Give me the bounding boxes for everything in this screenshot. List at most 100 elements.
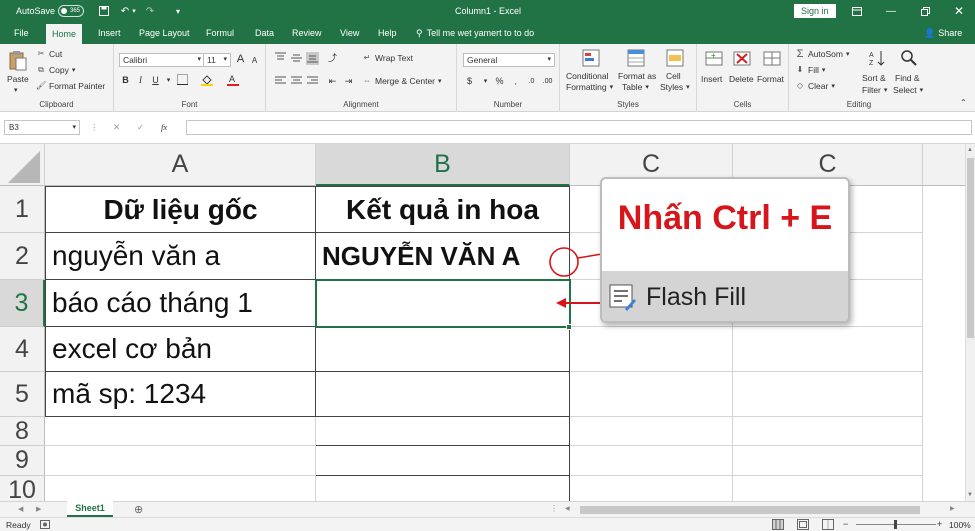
autosum-button[interactable]: Σ AutoSom ▾ xyxy=(795,49,850,60)
zoom-level[interactable]: 100% xyxy=(949,520,971,530)
share-button[interactable]: 👤 Share xyxy=(918,22,968,44)
page-break-view-icon[interactable] xyxy=(822,519,834,530)
cell-c9[interactable] xyxy=(570,446,733,476)
cell-d4[interactable] xyxy=(733,327,923,372)
font-color-icon[interactable]: A xyxy=(226,74,239,87)
cell-b3[interactable] xyxy=(316,280,570,327)
align-bottom-icon[interactable] xyxy=(306,52,319,65)
insert-cells-button[interactable]: Insert xyxy=(701,74,722,84)
sheet-options-icon[interactable]: ⋮ xyxy=(550,504,558,513)
undo-dropdown-icon[interactable]: ▾ xyxy=(130,0,138,22)
paste-icon[interactable] xyxy=(8,50,28,72)
tab-insert[interactable]: Insert xyxy=(92,22,127,44)
cell-a1[interactable]: Dữ liệu gốc xyxy=(45,186,316,233)
cell-d10[interactable] xyxy=(733,476,923,501)
increase-decimal-icon[interactable]: .0 xyxy=(525,75,538,88)
font-name-select[interactable]: Calibri ▾ xyxy=(119,53,205,67)
redo-icon[interactable]: ↷ xyxy=(142,0,158,22)
autosave-toggle[interactable]: 365 xyxy=(58,0,84,22)
column-header-b[interactable]: B xyxy=(316,144,570,186)
cell-a9[interactable] xyxy=(45,446,316,476)
grow-font-icon[interactable]: A xyxy=(234,53,247,66)
cell-a3[interactable]: báo cáo tháng 1 xyxy=(45,280,316,327)
find-select-button[interactable]: Find & xyxy=(895,73,920,83)
align-right-icon[interactable] xyxy=(306,75,319,88)
currency-dropdown-icon[interactable]: ▾ xyxy=(479,75,492,88)
select-all-corner[interactable] xyxy=(0,144,45,186)
hscroll-left-icon[interactable]: ◀ xyxy=(565,505,570,512)
scrollbar-thumb[interactable] xyxy=(967,158,974,338)
normal-view-icon[interactable] xyxy=(772,519,784,530)
increase-indent-icon[interactable]: ⇥ xyxy=(342,75,355,88)
tab-view[interactable]: View xyxy=(334,22,365,44)
cell-b1[interactable]: Kết quả in hoa xyxy=(316,186,570,233)
cell-a4[interactable]: excel cơ bản xyxy=(45,327,316,372)
tab-data[interactable]: Data xyxy=(249,22,280,44)
cut-button[interactable]: ✂ Cut xyxy=(36,49,63,59)
tell-me-box[interactable]: ⚲ Tell me wet yamert to to do xyxy=(410,22,540,44)
comma-style-icon[interactable]: , xyxy=(509,75,522,88)
row-header-5[interactable]: 5 xyxy=(0,372,45,417)
scroll-down-icon[interactable]: ▼ xyxy=(967,492,973,498)
delete-cells-button[interactable]: Delete xyxy=(729,74,754,84)
clear-button[interactable]: ◇ Clear ▾ xyxy=(795,81,835,91)
currency-icon[interactable]: $ xyxy=(463,75,476,88)
row-header-4[interactable]: 4 xyxy=(0,327,45,372)
close-icon[interactable]: ✕ xyxy=(951,0,967,22)
paste-dropdown-icon[interactable]: ▾ xyxy=(14,86,18,94)
macro-record-icon[interactable] xyxy=(40,520,50,529)
cell-b5[interactable] xyxy=(316,372,570,417)
hscroll-right-icon[interactable]: ▶ xyxy=(950,505,955,512)
cell-b9[interactable] xyxy=(316,446,570,476)
format-as-table-button[interactable]: Format as xyxy=(618,71,656,81)
cell-b2[interactable]: NGUYỄN VĂN A xyxy=(316,233,570,280)
insert-function-icon[interactable]: fx xyxy=(161,122,167,132)
align-top-icon[interactable] xyxy=(274,52,287,65)
cell-a2[interactable]: nguyễn văn a xyxy=(45,233,316,280)
tab-review[interactable]: Review xyxy=(286,22,328,44)
bold-icon[interactable]: B xyxy=(119,74,132,87)
row-header-10[interactable]: 10 xyxy=(0,476,45,501)
font-size-select[interactable]: 11 ▾ xyxy=(203,53,231,67)
format-cells-button[interactable]: Format xyxy=(757,74,784,84)
cell-a8[interactable] xyxy=(45,417,316,446)
cell-c5[interactable] xyxy=(570,372,733,417)
scroll-sheets-right-icon[interactable]: ▶ xyxy=(36,505,41,513)
save-icon[interactable] xyxy=(96,0,112,22)
row-header-2[interactable]: 2 xyxy=(0,233,45,280)
orientation-icon[interactable]: ⤴ xyxy=(326,52,339,65)
sign-in-button[interactable]: Sign in xyxy=(794,0,836,22)
cell-a10[interactable] xyxy=(45,476,316,501)
zoom-out-icon[interactable]: − xyxy=(843,519,848,529)
cancel-entry-icon[interactable]: ✕ xyxy=(113,122,120,133)
sort-filter-button[interactable]: Sort & xyxy=(862,73,886,83)
row-header-1[interactable]: 1 xyxy=(0,186,45,233)
row-header-8[interactable]: 8 xyxy=(0,417,45,446)
tab-formulas[interactable]: Formul xyxy=(200,22,240,44)
horizontal-scrollbar-thumb[interactable] xyxy=(580,506,920,514)
fill-color-icon[interactable] xyxy=(200,74,213,87)
cell-c4[interactable] xyxy=(570,327,733,372)
format-painter-button[interactable]: 🖌 Format Painter xyxy=(36,81,105,91)
number-format-select[interactable]: General ▾ xyxy=(463,53,555,67)
customize-toolbar-icon[interactable]: ▾ xyxy=(170,0,186,22)
formula-input[interactable] xyxy=(186,120,972,135)
ribbon-display-icon[interactable] xyxy=(849,0,865,22)
column-header-a[interactable]: A xyxy=(45,144,316,186)
cell-b8[interactable] xyxy=(316,417,570,446)
confirm-entry-icon[interactable]: ✓ xyxy=(137,122,144,133)
tab-page-layout[interactable]: Page Layout xyxy=(133,22,196,44)
name-box[interactable]: B3 ▾ xyxy=(4,120,80,135)
cell-b4[interactable] xyxy=(316,327,570,372)
shrink-font-icon[interactable]: A xyxy=(248,54,261,67)
restore-icon[interactable] xyxy=(917,0,933,22)
minimize-icon[interactable]: — xyxy=(883,0,899,22)
cell-d5[interactable] xyxy=(733,372,923,417)
zoom-slider-thumb[interactable] xyxy=(894,520,897,529)
wrap-text-button[interactable]: ↵ Wrap Text xyxy=(362,53,413,63)
cell-d8[interactable] xyxy=(733,417,923,446)
copy-button[interactable]: ⧉ Copy ▾ xyxy=(36,65,75,75)
cell-c10[interactable] xyxy=(570,476,733,501)
align-center-icon[interactable] xyxy=(290,75,303,88)
align-middle-icon[interactable] xyxy=(290,52,303,65)
